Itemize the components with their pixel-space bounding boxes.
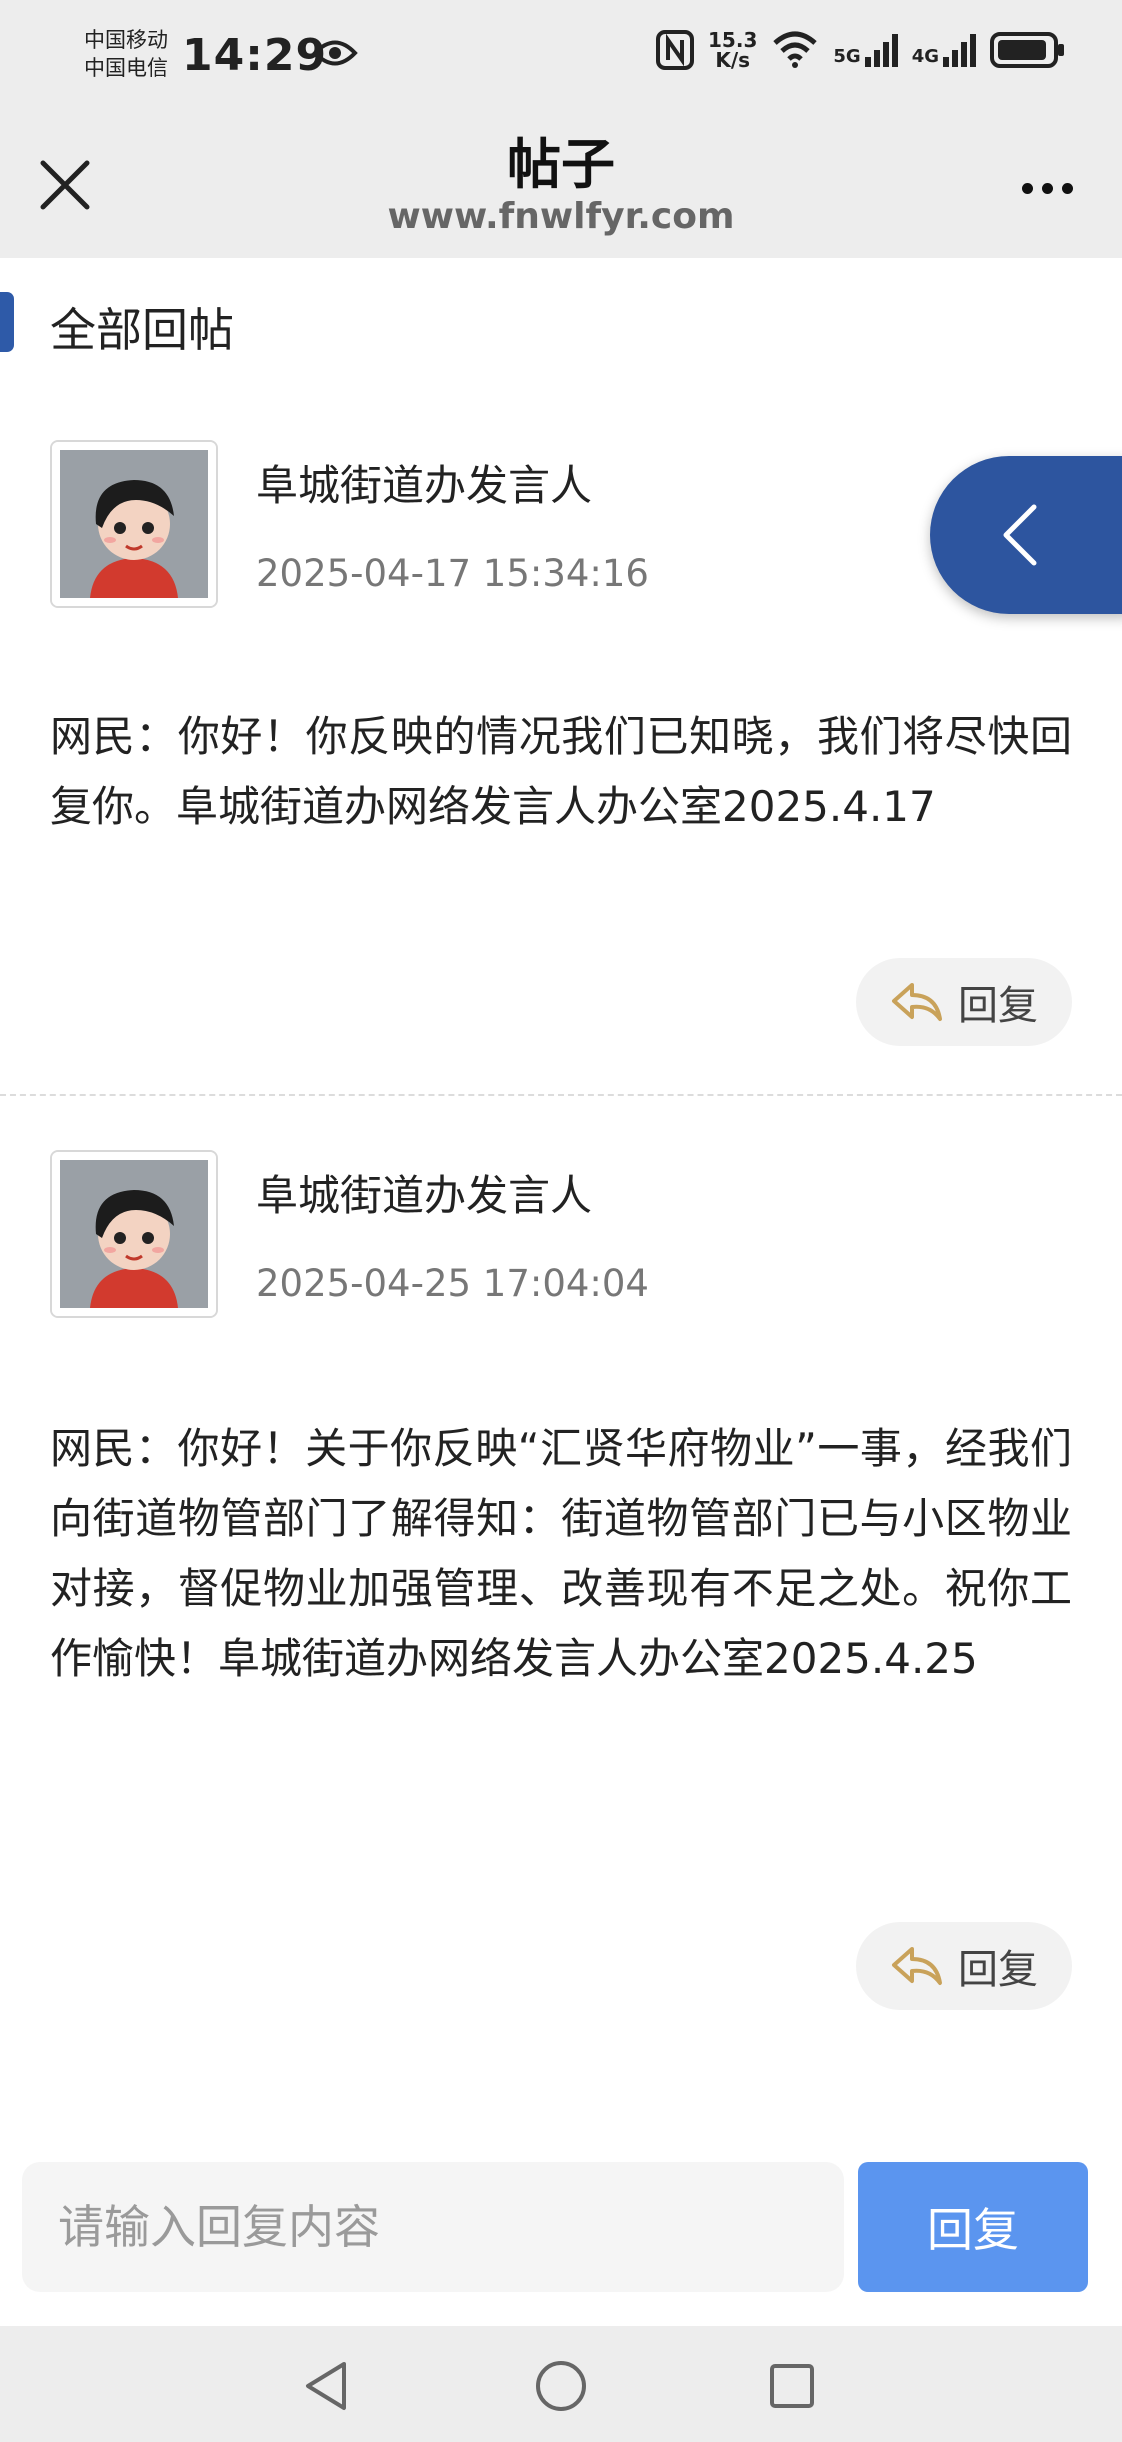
wifi-icon	[773, 31, 818, 68]
signal-5g: 5G	[833, 33, 898, 67]
avatar	[50, 440, 218, 608]
section-title: 全部回帖	[50, 303, 234, 357]
nav-bar: 帖子 www.fnwlfyr.com	[0, 118, 1122, 258]
signal-bars-icon	[943, 34, 976, 67]
reply-input[interactable]	[22, 2162, 844, 2292]
more-dot	[1041, 182, 1053, 194]
reply-arrow-icon	[892, 1947, 942, 1985]
back-button[interactable]	[296, 2356, 356, 2416]
section-accent-bar	[0, 292, 14, 352]
reply-label: 回复	[958, 983, 1038, 1029]
post-content: 网民：你好！关于你反映“汇贤华府物业”一事，经我们向街道物管部门了解得知：街道物…	[50, 1424, 1072, 1683]
reply-label: 回复	[958, 1947, 1038, 1993]
status-icons: 15.3 K/s 5G 4G	[656, 30, 1066, 70]
chevron-left-icon	[1003, 504, 1037, 566]
triangle-back-icon	[306, 2362, 346, 2410]
more-dot	[1021, 182, 1033, 194]
net-speed: 15.3 K/s	[708, 30, 757, 70]
net-speed-unit: K/s	[715, 48, 751, 72]
home-button[interactable]	[531, 2356, 591, 2416]
post-content: 网民：你好！你反映的情况我们已知晓，我们将尽快回复你。阜城街道办网络发言人办公室…	[50, 712, 1072, 831]
page-title: 帖子	[507, 133, 615, 196]
signal-4g-label: 4G	[911, 46, 939, 67]
carrier-2: 中国电信	[84, 56, 168, 80]
carrier-info: 中国移动 中国电信	[84, 26, 168, 82]
reply-arrow-icon	[892, 983, 942, 1021]
more-options-button[interactable]	[1002, 158, 1092, 218]
section-header: 全部回帖	[0, 292, 600, 357]
carrier-1: 中国移动	[84, 28, 168, 52]
post-author[interactable]: 阜城街道办发言人	[256, 1162, 592, 1223]
eye-icon	[312, 40, 358, 66]
battery-icon	[990, 32, 1064, 68]
net-speed-value: 15.3	[708, 28, 758, 52]
submit-reply-button[interactable]: 回复	[858, 2162, 1088, 2292]
status-bar: 中国移动 中国电信 14:29 15.3 K/s 5G 4G	[0, 0, 1122, 118]
post-time: 2025-04-25 17:04:04	[256, 1262, 649, 1305]
avatar	[50, 1150, 218, 1318]
nfc-icon	[656, 30, 695, 70]
floating-back-button[interactable]	[930, 456, 1122, 614]
reply-bar: 回复	[0, 2148, 1122, 2318]
post-time: 2025-04-17 15:34:16	[256, 552, 649, 595]
more-dot	[1061, 182, 1073, 194]
avatar-image	[52, 442, 216, 606]
reply-button[interactable]: 回复	[856, 1922, 1072, 2010]
signal-bars-icon	[864, 34, 898, 67]
status-time: 14:29	[182, 30, 328, 81]
post-divider	[0, 1094, 1122, 1096]
page-url: www.fnwlfyr.com	[387, 196, 735, 237]
reply-button[interactable]: 回复	[856, 958, 1072, 1046]
system-nav-bar	[0, 2326, 1122, 2442]
signal-4g: 4G	[912, 33, 976, 67]
avatar-image	[52, 1152, 216, 1316]
signal-5g-label: 5G	[833, 46, 861, 67]
square-recents-icon	[770, 2364, 814, 2408]
post-author[interactable]: 阜城街道办发言人	[256, 452, 592, 513]
recents-button[interactable]	[762, 2356, 822, 2416]
circle-home-icon	[536, 2361, 586, 2411]
